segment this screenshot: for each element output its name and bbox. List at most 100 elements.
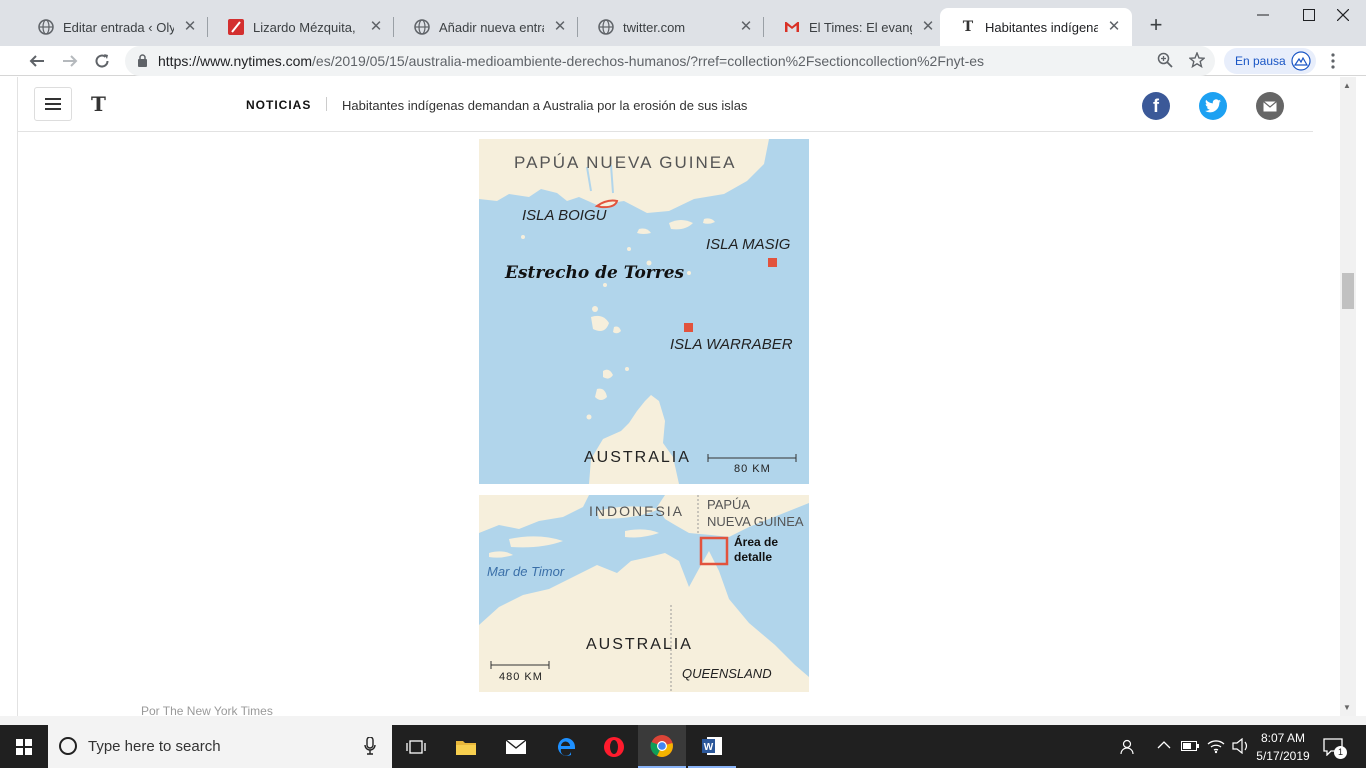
battery-icon[interactable] — [1181, 740, 1199, 754]
detail-map: PAPÚA NUEVA GUINEA ISLA BOIGU ISLA MASIG… — [479, 139, 809, 484]
slash-icon — [228, 19, 244, 35]
chrome-button[interactable] — [638, 725, 686, 768]
label-australia-overview: AUSTRALIA — [586, 636, 693, 653]
nyt-logo[interactable]: T — [91, 92, 106, 116]
scroll-up-icon[interactable]: ▲ — [1343, 81, 1351, 90]
task-view-icon — [406, 739, 426, 754]
detail-map-graphic — [479, 139, 797, 484]
email-share-button[interactable] — [1256, 92, 1284, 120]
browser-menu-button[interactable] — [1320, 48, 1346, 74]
clock-date[interactable]: 5/17/2019 — [1255, 749, 1311, 763]
label-detalle: detalle — [734, 550, 773, 564]
tab-anadir-entrada[interactable]: Añadir nueva entrada ‹ ✕ — [394, 8, 578, 46]
url-text[interactable]: https://www.nytimes.com/es/2019/05/15/au… — [158, 53, 984, 69]
label-papua: PAPÚA — [707, 497, 751, 512]
tab-title: Habitantes indígenas d — [985, 19, 1098, 35]
clock-time[interactable]: 8:07 AM — [1255, 731, 1311, 745]
mail-button[interactable] — [492, 725, 540, 768]
scroll-down-icon[interactable]: ▼ — [1343, 703, 1351, 712]
browser-toolbar: https://www.nytimes.com/es/2019/05/15/au… — [0, 46, 1366, 76]
opera-button[interactable] — [590, 725, 638, 768]
mail-icon — [505, 738, 527, 754]
search-placeholder: Type here to search — [88, 738, 221, 755]
envelope-icon — [1263, 100, 1277, 111]
label-area-de: Área de — [734, 535, 779, 549]
new-tab-button[interactable]: + — [1144, 13, 1168, 37]
cortana-circle-icon — [58, 736, 78, 761]
notifications-button[interactable]: 1 — [1323, 738, 1347, 761]
scale-label: 80 KM — [734, 463, 771, 475]
tab-lizardo[interactable]: Lizardo Mézquita, Banq ✕ — [208, 8, 394, 46]
arrow-left-icon — [29, 55, 44, 67]
close-icon[interactable]: ✕ — [920, 19, 936, 35]
tab-title: Lizardo Mézquita, Banq — [253, 19, 360, 35]
forward-button[interactable] — [57, 48, 83, 74]
close-icon[interactable]: ✕ — [182, 19, 198, 35]
tab-el-times[interactable]: El Times: El evangelio d ✕ — [764, 8, 946, 46]
tab-title: El Times: El evangelio d — [809, 19, 912, 35]
windows-logo-icon — [16, 738, 32, 755]
people-icon[interactable] — [1120, 738, 1138, 759]
profile-button[interactable]: En pausa — [1224, 48, 1316, 74]
tab-editar-entrada[interactable]: Editar entrada ‹ Olympi ✕ — [18, 8, 208, 46]
microphone-icon[interactable] — [364, 736, 376, 760]
close-icon[interactable]: ✕ — [1106, 19, 1122, 35]
scroll-thumb[interactable] — [1342, 273, 1354, 309]
tab-strip: Editar entrada ‹ Olympi ✕ Lizardo Mézqui… — [0, 0, 1366, 46]
back-button[interactable] — [24, 48, 50, 74]
section-label[interactable]: NOTICIAS — [246, 98, 311, 112]
twitter-share-button[interactable] — [1199, 92, 1227, 120]
facebook-share-button[interactable]: f — [1142, 92, 1170, 120]
url-path: /es/2019/05/15/australia-medioambiente-d… — [312, 53, 985, 69]
hamburger-menu-button[interactable] — [34, 87, 72, 121]
edge-button[interactable] — [542, 725, 590, 768]
minimize-button[interactable] — [1240, 0, 1286, 30]
bookmark-star-icon[interactable] — [1188, 51, 1206, 73]
close-icon — [1337, 9, 1349, 21]
file-explorer-button[interactable] — [442, 725, 490, 768]
globe-icon — [38, 19, 54, 35]
windows-taskbar: Type here to search W 8:07 AM 5/17/2019 — [0, 725, 1366, 768]
tab-habitantes-indigenas[interactable]: T Habitantes indígenas d ✕ — [940, 8, 1132, 46]
nyt-icon: T — [962, 19, 974, 35]
task-view-button[interactable] — [392, 725, 440, 768]
svg-text:W: W — [704, 742, 714, 753]
word-button[interactable]: W — [688, 725, 736, 768]
minimize-icon — [1257, 14, 1269, 16]
maximize-icon — [1303, 9, 1315, 21]
lock-icon — [137, 54, 148, 72]
tab-title: Editar entrada ‹ Olympi — [63, 19, 174, 35]
scale-label-overview: 480 KM — [499, 671, 543, 683]
edge-icon — [557, 737, 575, 756]
gmail-icon — [784, 19, 800, 35]
start-button[interactable] — [0, 725, 48, 768]
address-bar[interactable]: https://www.nytimes.com/es/2019/05/15/au… — [125, 46, 1215, 76]
facebook-icon: f — [1153, 95, 1159, 116]
tab-twitter[interactable]: twitter.com ✕ — [578, 8, 764, 46]
tab-title: Añadir nueva entrada ‹ — [439, 19, 544, 35]
reload-button[interactable] — [89, 48, 115, 74]
notification-count: 1 — [1334, 746, 1347, 759]
url-host: https://www.nytimes.com — [158, 53, 313, 69]
close-icon[interactable]: ✕ — [368, 19, 384, 35]
more-vertical-icon — [1331, 53, 1335, 69]
taskbar-search-box[interactable]: Type here to search — [48, 725, 392, 768]
globe-icon — [414, 19, 430, 35]
arrow-right-icon — [63, 55, 78, 67]
word-icon: W — [702, 736, 722, 755]
zoom-icon[interactable] — [1157, 52, 1173, 73]
close-icon[interactable]: ✕ — [738, 19, 754, 35]
hamburger-icon — [45, 98, 61, 110]
profile-label: En pausa — [1235, 54, 1286, 68]
close-window-button[interactable] — [1320, 0, 1366, 30]
volume-icon[interactable] — [1232, 737, 1250, 757]
page-scrollbar[interactable]: ▲ ▼ — [1340, 77, 1356, 716]
tab-title: twitter.com — [623, 19, 686, 35]
chevron-up-icon[interactable] — [1157, 739, 1171, 753]
close-icon[interactable]: ✕ — [552, 19, 568, 35]
overview-map: INDONESIA PAPÚA NUEVA GUINEA Área de det… — [479, 495, 809, 692]
folder-icon — [456, 740, 476, 755]
wifi-icon[interactable] — [1207, 738, 1225, 757]
reload-icon — [95, 54, 109, 68]
label-isla-warraber: ISLA WARRABER — [670, 336, 793, 353]
